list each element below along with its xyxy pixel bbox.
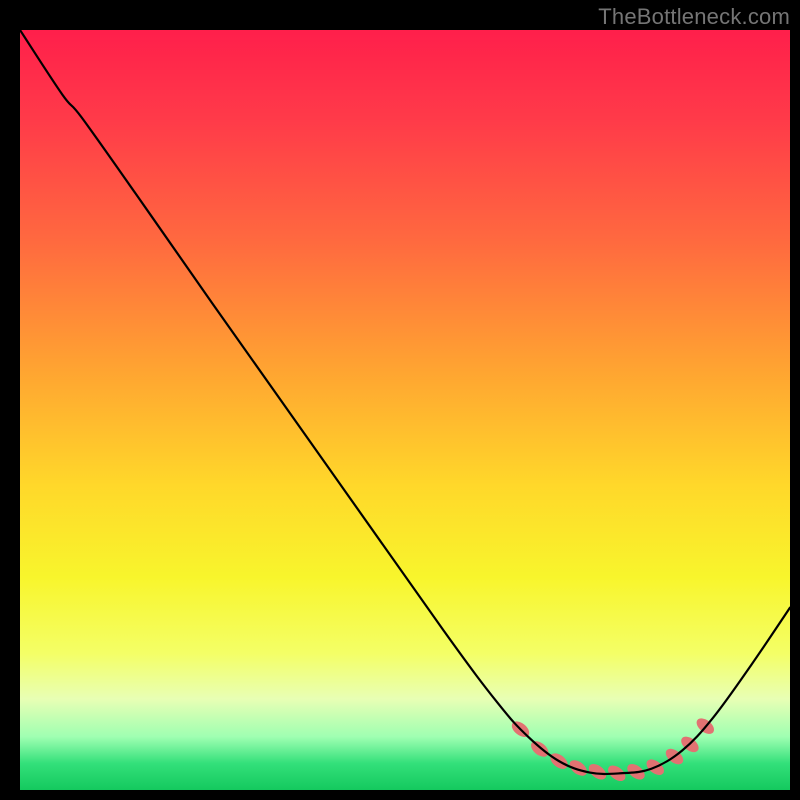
bottleneck-chart [0, 0, 800, 800]
chart-background [20, 30, 790, 790]
chart-container: TheBottleneck.com [0, 0, 800, 800]
attribution-text: TheBottleneck.com [598, 4, 790, 30]
